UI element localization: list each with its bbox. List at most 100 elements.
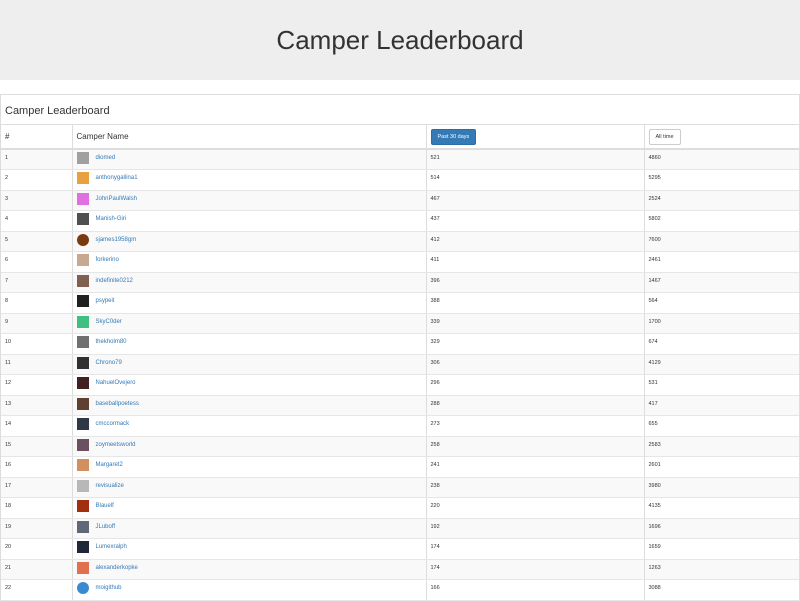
avatar xyxy=(76,520,89,533)
recent-points-cell: 296 xyxy=(426,374,645,396)
recent-points-cell: 521 xyxy=(426,149,645,170)
alltime-points-cell: 1700 xyxy=(644,313,799,334)
camper-cell: cmccormack xyxy=(72,415,427,437)
camper-name-link[interactable]: sjames1958gm xyxy=(96,237,137,243)
camper-name-link[interactable]: thekholm80 xyxy=(96,339,127,345)
rank-cell: 3 xyxy=(1,190,73,211)
recent-column-header: Past 30 days xyxy=(426,125,645,150)
alltime-points-cell: 4129 xyxy=(644,354,799,375)
avatar xyxy=(76,315,89,328)
rank-cell: 14 xyxy=(1,415,73,437)
avatar xyxy=(76,582,89,594)
rank-cell: 6 xyxy=(1,251,73,273)
alltime-points-cell: 564 xyxy=(644,292,799,314)
table-row: 11 Chrono79 306 4129 xyxy=(1,354,799,375)
camper-cell: Lumexralph xyxy=(72,538,427,560)
rank-cell: 15 xyxy=(1,436,73,457)
table-row: 12 NahuelOvejero 296 531 xyxy=(1,374,799,396)
camper-name-link[interactable]: Blauelf xyxy=(96,503,114,509)
table-row: 10 thekholm80 329 674 xyxy=(1,333,799,355)
camper-name-link[interactable]: SkyC0der xyxy=(96,319,122,325)
alltime-points-cell: 5802 xyxy=(644,210,799,232)
camper-name-link[interactable]: indefinite0212 xyxy=(96,278,133,284)
table-row: 2 anthonygallina1 514 5295 xyxy=(1,169,799,191)
rank-cell: 2 xyxy=(1,169,73,191)
camper-name-link[interactable]: cmccormack xyxy=(96,421,130,427)
rank-cell: 19 xyxy=(1,518,73,539)
camper-name-link[interactable]: Lumexralph xyxy=(96,544,127,550)
all-time-button[interactable]: All time xyxy=(648,128,681,145)
camper-cell: sjames1958gm xyxy=(72,231,427,252)
alltime-points-cell: 1659 xyxy=(644,538,799,560)
rank-cell: 13 xyxy=(1,395,73,416)
avatar xyxy=(76,561,89,574)
alltime-column-header: All time xyxy=(644,125,799,150)
table-row: 21 alexanderkopke 174 1263 xyxy=(1,559,799,580)
table-row: 18 Blauelf 220 4135 xyxy=(1,497,799,519)
avatar xyxy=(76,172,89,184)
table-row: 8 psypeit 388 564 xyxy=(1,292,799,314)
alltime-points-cell: 7600 xyxy=(644,231,799,252)
recent-points-cell: 220 xyxy=(426,497,645,519)
avatar xyxy=(76,541,89,553)
avatar xyxy=(76,377,89,389)
camper-cell: Blauelf xyxy=(72,497,427,519)
recent-points-cell: 288 xyxy=(426,395,645,416)
camper-name-link[interactable]: moigithub xyxy=(96,585,122,591)
camper-name-link[interactable]: anthonygallina1 xyxy=(96,175,138,181)
camper-name-link[interactable]: revisualize xyxy=(96,483,124,489)
avatar xyxy=(76,254,89,266)
camper-name-link[interactable]: Chrono79 xyxy=(96,360,122,366)
rank-cell: 4 xyxy=(1,210,73,232)
camper-name-column-header: Camper Name xyxy=(72,125,427,150)
camper-cell: moigithub xyxy=(72,579,427,601)
alltime-points-cell: 4135 xyxy=(644,497,799,519)
recent-points-cell: 467 xyxy=(426,190,645,211)
camper-cell: JLuboff xyxy=(72,518,427,539)
avatar xyxy=(76,397,89,410)
alltime-points-cell: 1467 xyxy=(644,272,799,293)
camper-cell: alexanderkopke xyxy=(72,559,427,580)
rank-cell: 22 xyxy=(1,579,73,601)
camper-name-link[interactable]: NahuelOvejero xyxy=(96,380,136,386)
camper-name-link[interactable]: Margaret2 xyxy=(96,462,123,468)
past-30-days-button[interactable]: Past 30 days xyxy=(430,128,477,145)
camper-cell: baseballpoetess xyxy=(72,395,427,416)
rank-cell: 9 xyxy=(1,313,73,334)
alltime-points-cell: 2601 xyxy=(644,456,799,478)
avatar xyxy=(76,500,89,512)
recent-points-cell: 396 xyxy=(426,272,645,293)
camper-name-link[interactable]: forkerino xyxy=(96,257,119,263)
camper-name-link[interactable]: baseballpoetess xyxy=(96,401,139,407)
camper-name-link[interactable]: JohnPaulWalsh xyxy=(96,196,137,202)
rank-cell: 12 xyxy=(1,374,73,396)
alltime-points-cell: 3088 xyxy=(644,579,799,601)
avatar xyxy=(76,356,89,369)
camper-name-link[interactable]: psypeit xyxy=(96,298,115,304)
leaderboard-panel: Camper Leaderboard # Camper Name Past 30… xyxy=(0,94,800,601)
camper-name-link[interactable]: zoymeetsworld xyxy=(96,442,136,448)
alltime-points-cell: 417 xyxy=(644,395,799,416)
avatar xyxy=(76,152,89,164)
recent-points-cell: 388 xyxy=(426,292,645,314)
recent-points-cell: 411 xyxy=(426,251,645,273)
camper-cell: Manish-Giri xyxy=(72,210,427,232)
camper-name-link[interactable]: JLuboff xyxy=(96,524,116,530)
camper-cell: NahuelOvejero xyxy=(72,374,427,396)
alltime-points-cell: 655 xyxy=(644,415,799,437)
page-header: Camper Leaderboard xyxy=(0,0,800,80)
camper-name-link[interactable]: diomed xyxy=(96,155,116,161)
camper-cell: zoymeetsworld xyxy=(72,436,427,457)
alltime-points-cell: 674 xyxy=(644,333,799,355)
recent-points-cell: 174 xyxy=(426,559,645,580)
avatar xyxy=(76,274,89,287)
table-row: 6 forkerino 411 2461 xyxy=(1,251,799,273)
rank-cell: 17 xyxy=(1,477,73,498)
camper-name-link[interactable]: Manish-Giri xyxy=(96,216,127,222)
camper-name-link[interactable]: alexanderkopke xyxy=(96,565,138,571)
rank-cell: 5 xyxy=(1,231,73,252)
alltime-points-cell: 1696 xyxy=(644,518,799,539)
recent-points-cell: 339 xyxy=(426,313,645,334)
rank-column-header: # xyxy=(1,125,73,150)
recent-points-cell: 273 xyxy=(426,415,645,437)
